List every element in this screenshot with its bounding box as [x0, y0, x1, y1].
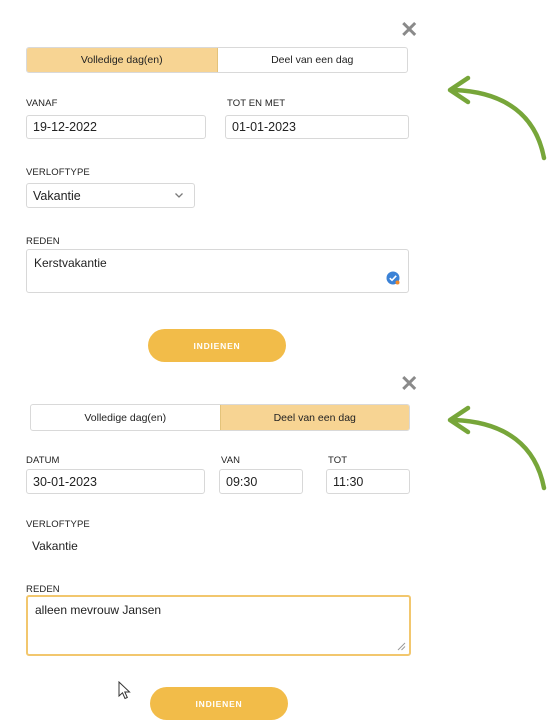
reason-textarea[interactable]: Kerstvakantie	[26, 249, 409, 293]
from-label: VANAF	[26, 98, 58, 109]
leave-type-label: VERLOFTYPE	[26, 519, 90, 530]
resize-grip-icon[interactable]	[397, 642, 406, 651]
close-icon[interactable]: ✕	[400, 373, 418, 395]
submit-button[interactable]: INDIENEN	[148, 329, 286, 362]
close-icon[interactable]: ✕	[400, 19, 418, 41]
time-from-label: VAN	[221, 455, 241, 466]
reason-text: Kerstvakantie	[34, 256, 107, 270]
tab-full-day[interactable]: Volledige dag(en)	[31, 405, 220, 430]
time-to-input[interactable]: 11:30	[326, 469, 410, 494]
day-mode-toggle: Volledige dag(en) Deel van een dag	[30, 404, 410, 431]
tab-part-day[interactable]: Deel van een dag	[216, 48, 408, 72]
time-to-label: TOT	[328, 455, 348, 466]
reason-textarea[interactable]: alleen mevrouw Jansen	[26, 595, 411, 656]
until-label: TOT EN MET	[227, 98, 286, 109]
leave-type-value: Vakantie	[33, 188, 81, 203]
submit-button[interactable]: INDIENEN	[150, 687, 288, 720]
curved-arrow-icon	[447, 405, 547, 491]
reason-label: REDEN	[26, 236, 60, 247]
curved-arrow-icon	[447, 75, 547, 161]
grammar-check-icon[interactable]	[386, 271, 400, 285]
leave-type-select[interactable]: Vakantie	[26, 183, 195, 208]
until-date-input[interactable]: 01-01-2023	[225, 115, 409, 139]
tab-part-day[interactable]: Deel van een dag	[219, 405, 409, 430]
leave-type-value: Vakantie	[32, 539, 78, 553]
time-from-input[interactable]: 09:30	[219, 469, 303, 494]
date-input[interactable]: 30-01-2023	[26, 469, 205, 494]
reason-label: REDEN	[26, 584, 60, 595]
leave-type-label: VERLOFTYPE	[26, 167, 90, 178]
tab-full-day[interactable]: Volledige dag(en)	[27, 48, 217, 72]
date-label: DATUM	[26, 455, 60, 466]
day-mode-toggle: Volledige dag(en) Deel van een dag	[26, 47, 408, 73]
from-date-input[interactable]: 19-12-2022	[26, 115, 206, 139]
reason-text: alleen mevrouw Jansen	[35, 603, 162, 617]
mouse-cursor-icon	[118, 681, 131, 700]
chevron-down-icon	[175, 193, 183, 198]
